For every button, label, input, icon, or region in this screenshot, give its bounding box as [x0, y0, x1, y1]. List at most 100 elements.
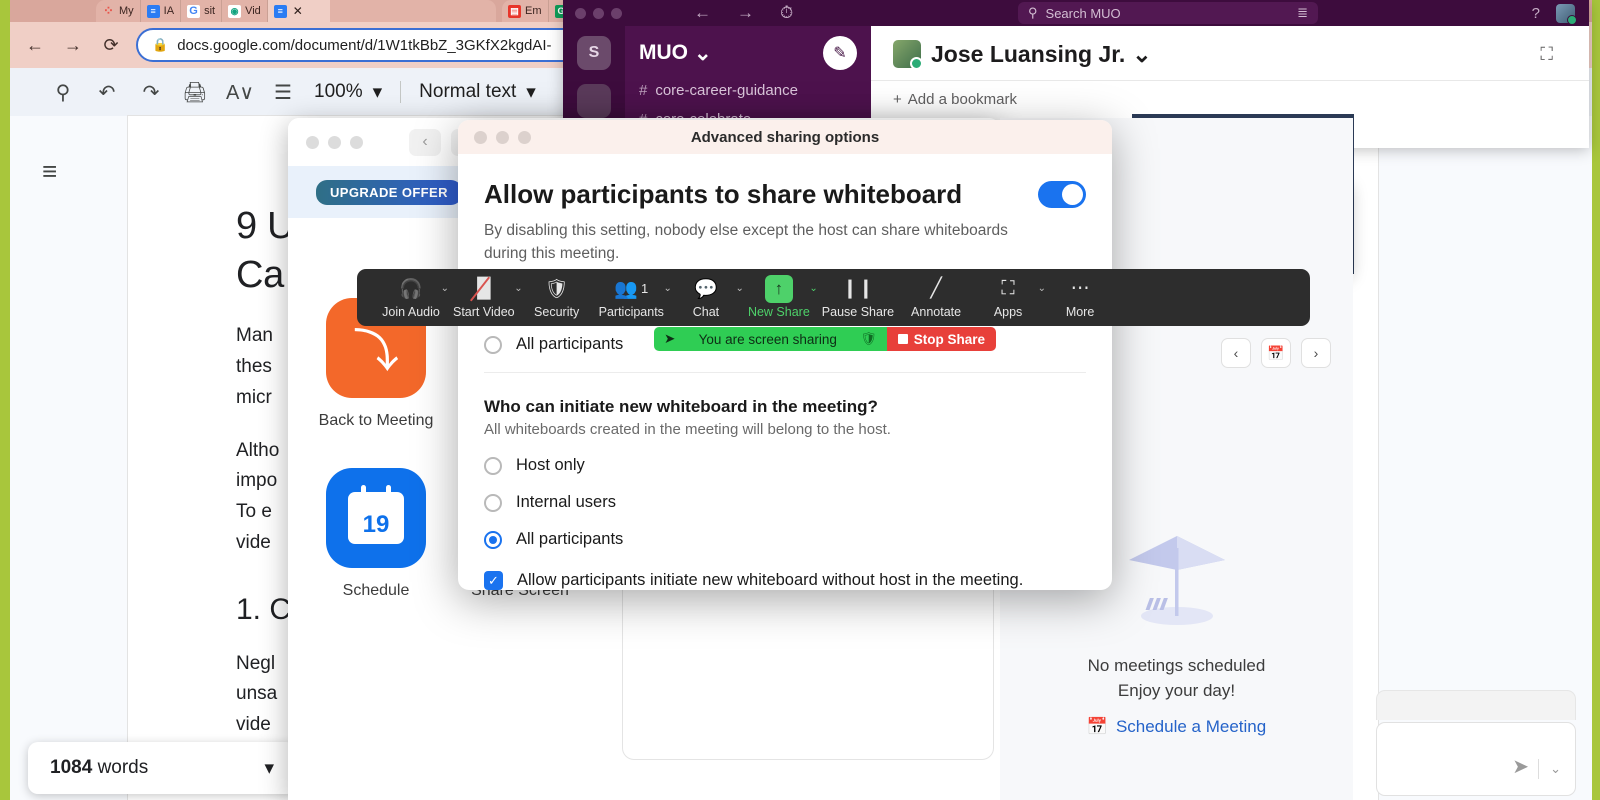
add-member-icon[interactable]: ⛶	[1540, 44, 1553, 65]
annotate-button[interactable]: ╱ Annotate	[900, 277, 972, 319]
browser-tab[interactable]: ⁘ My	[96, 0, 141, 22]
stop-square-icon	[898, 334, 908, 344]
browser-tab[interactable]: ◉ Vid	[222, 0, 268, 22]
pause-share-label: Pause Share	[822, 305, 894, 319]
allow-without-host-checkbox-row[interactable]: ✓ Allow participants initiate new whiteb…	[484, 571, 1086, 590]
doc-paragraph: vide	[236, 532, 271, 553]
radio-internal-users[interactable]: Internal users	[484, 493, 1086, 512]
help-icon[interactable]: ?	[1532, 5, 1540, 22]
back-icon[interactable]: ←	[22, 32, 48, 58]
tab-label: sit	[204, 5, 215, 17]
undo-icon[interactable]: ↶	[94, 80, 120, 105]
add-bookmark-label: Add a bookmark	[908, 91, 1017, 108]
compose-icon[interactable]: ✎	[823, 36, 857, 70]
workspace-icon-secondary[interactable]	[577, 84, 611, 118]
chevron-down-icon[interactable]: ▾	[264, 757, 274, 780]
reload-icon[interactable]: ⟳	[98, 32, 124, 58]
more-button[interactable]: ⋯ More	[1044, 277, 1116, 319]
outline-icon[interactable]: ≡	[42, 156, 57, 187]
security-button[interactable]: 🛡 Security	[521, 277, 593, 319]
participants-button[interactable]: 👥1 Participants ⌄	[593, 277, 670, 319]
format-icon[interactable]: ☰	[270, 80, 296, 105]
back-icon[interactable]: ‹	[409, 129, 441, 156]
add-bookmark-button[interactable]: + Add a bookmark	[871, 80, 1589, 118]
sidebar-item-channel[interactable]: # core-career-guidance	[639, 82, 857, 99]
send-icon[interactable]: ➤	[1512, 754, 1529, 779]
apps-icon: ⛶	[1001, 277, 1014, 301]
calendar-icon: 19	[326, 468, 426, 568]
radio-icon	[484, 457, 502, 475]
avatar[interactable]	[1556, 4, 1575, 23]
start-video-button[interactable]: █ Start Video ⌄	[447, 277, 521, 319]
forward-icon[interactable]: →	[737, 3, 754, 23]
advanced-sharing-options-dialog: Advanced sharing options Allow participa…	[458, 120, 1112, 590]
dialog-description: By disabling this setting, nobody else e…	[484, 219, 1044, 266]
slack-search-bar[interactable]: ⚲ Search MUO ≣	[1018, 2, 1318, 24]
dm-title[interactable]: Jose Luansing Jr. ⌄	[931, 41, 1152, 68]
chat-label: Chat	[693, 305, 719, 319]
redo-icon[interactable]: ↷	[138, 80, 164, 105]
search-icon: ⚲	[1028, 5, 1038, 21]
window-dots[interactable]	[306, 136, 363, 149]
browser-tab[interactable]: G sit	[181, 0, 222, 22]
paragraph-style-selector[interactable]: Normal text ▾	[419, 81, 536, 104]
allow-share-whiteboard-toggle[interactable]	[1038, 181, 1086, 208]
forward-icon[interactable]: →	[60, 32, 86, 58]
browser-tab[interactable]: ▤ Em	[502, 0, 549, 22]
dm-name-text: Jose Luansing Jr.	[931, 41, 1125, 68]
chat-composer[interactable]: ➤ ⌄	[1376, 722, 1576, 796]
calendar-icon[interactable]: 📅	[1261, 338, 1291, 368]
print-icon[interactable]: 🖨	[182, 80, 208, 105]
doc-paragraph: Altho	[236, 440, 279, 461]
dialog-titlebar: Advanced sharing options	[458, 120, 1112, 154]
divider	[400, 81, 401, 103]
prev-day-button[interactable]: ‹	[1221, 338, 1251, 368]
chevron-down-icon[interactable]: ⌄	[1550, 761, 1561, 777]
schedule-button[interactable]: 19 Schedule	[322, 468, 430, 600]
radio-all-participants[interactable]: All participants	[484, 530, 1086, 549]
workspace-icon[interactable]: S	[577, 36, 611, 70]
history-icon[interactable]: ⏱	[780, 3, 793, 23]
search-icon[interactable]: ⚲	[50, 80, 76, 105]
window-dots[interactable]	[575, 8, 622, 19]
apps-label: Apps	[994, 305, 1023, 319]
filter-icon[interactable]: ≣	[1297, 5, 1308, 21]
doc-paragraph: impo	[236, 470, 277, 491]
docs-favicon: ≡	[274, 5, 287, 18]
join-audio-button[interactable]: 🎧 Join Audio ⌄	[375, 277, 447, 319]
shield-check-icon: 🛡	[860, 331, 877, 347]
spellcheck-icon[interactable]: A∨	[226, 80, 252, 105]
red-favicon: ▤	[508, 5, 521, 18]
doc-paragraph: unsa	[236, 683, 277, 704]
pause-share-button[interactable]: ❙❙ Pause Share	[816, 277, 900, 319]
close-icon[interactable]: ✕	[291, 4, 303, 18]
schedule-meeting-label: Schedule a Meeting	[1116, 717, 1266, 737]
headset-icon: 🎧	[399, 277, 423, 301]
docs-favicon: ≡	[147, 5, 160, 18]
checkbox-label: Allow participants initiate new whiteboa…	[517, 571, 1023, 590]
chatgpt-favicon: ◉	[228, 5, 241, 18]
browser-tab[interactable]: ≡ IA	[141, 0, 181, 22]
schedule-meeting-link[interactable]: 📅 Schedule a Meeting	[1000, 717, 1353, 737]
radio-host-only[interactable]: Host only	[484, 456, 1086, 475]
new-share-button[interactable]: ↑ New Share ⌄	[742, 277, 816, 319]
tab-label: Em	[525, 5, 542, 17]
word-count-chip[interactable]: 1084 words ▾	[28, 742, 296, 794]
zoom-level-selector[interactable]: 100% ▾	[314, 81, 382, 104]
chat-button[interactable]: 💬 Chat ⌄	[670, 277, 742, 319]
stop-share-button[interactable]: Stop Share	[887, 327, 996, 351]
back-icon[interactable]: ←	[694, 3, 711, 23]
hash-icon: #	[639, 82, 647, 99]
browser-tab-active[interactable]: ≡ ✕	[268, 0, 330, 22]
apps-button[interactable]: ⛶ Apps ⌄	[972, 277, 1044, 319]
workspace-name: MUO	[639, 41, 688, 65]
stop-share-label: Stop Share	[914, 332, 985, 347]
workspace-switcher[interactable]: MUO ⌄	[639, 41, 712, 66]
pause-icon: ❙❙	[842, 277, 874, 301]
next-day-button[interactable]: ›	[1301, 338, 1331, 368]
search-placeholder: Search MUO	[1046, 6, 1121, 21]
slack-workspace-header: MUO ⌄ ✎	[639, 36, 857, 70]
tab-label: My	[119, 5, 134, 17]
slack-dm-header: Jose Luansing Jr. ⌄ ⛶	[871, 26, 1589, 68]
radio-label: Internal users	[516, 493, 616, 512]
